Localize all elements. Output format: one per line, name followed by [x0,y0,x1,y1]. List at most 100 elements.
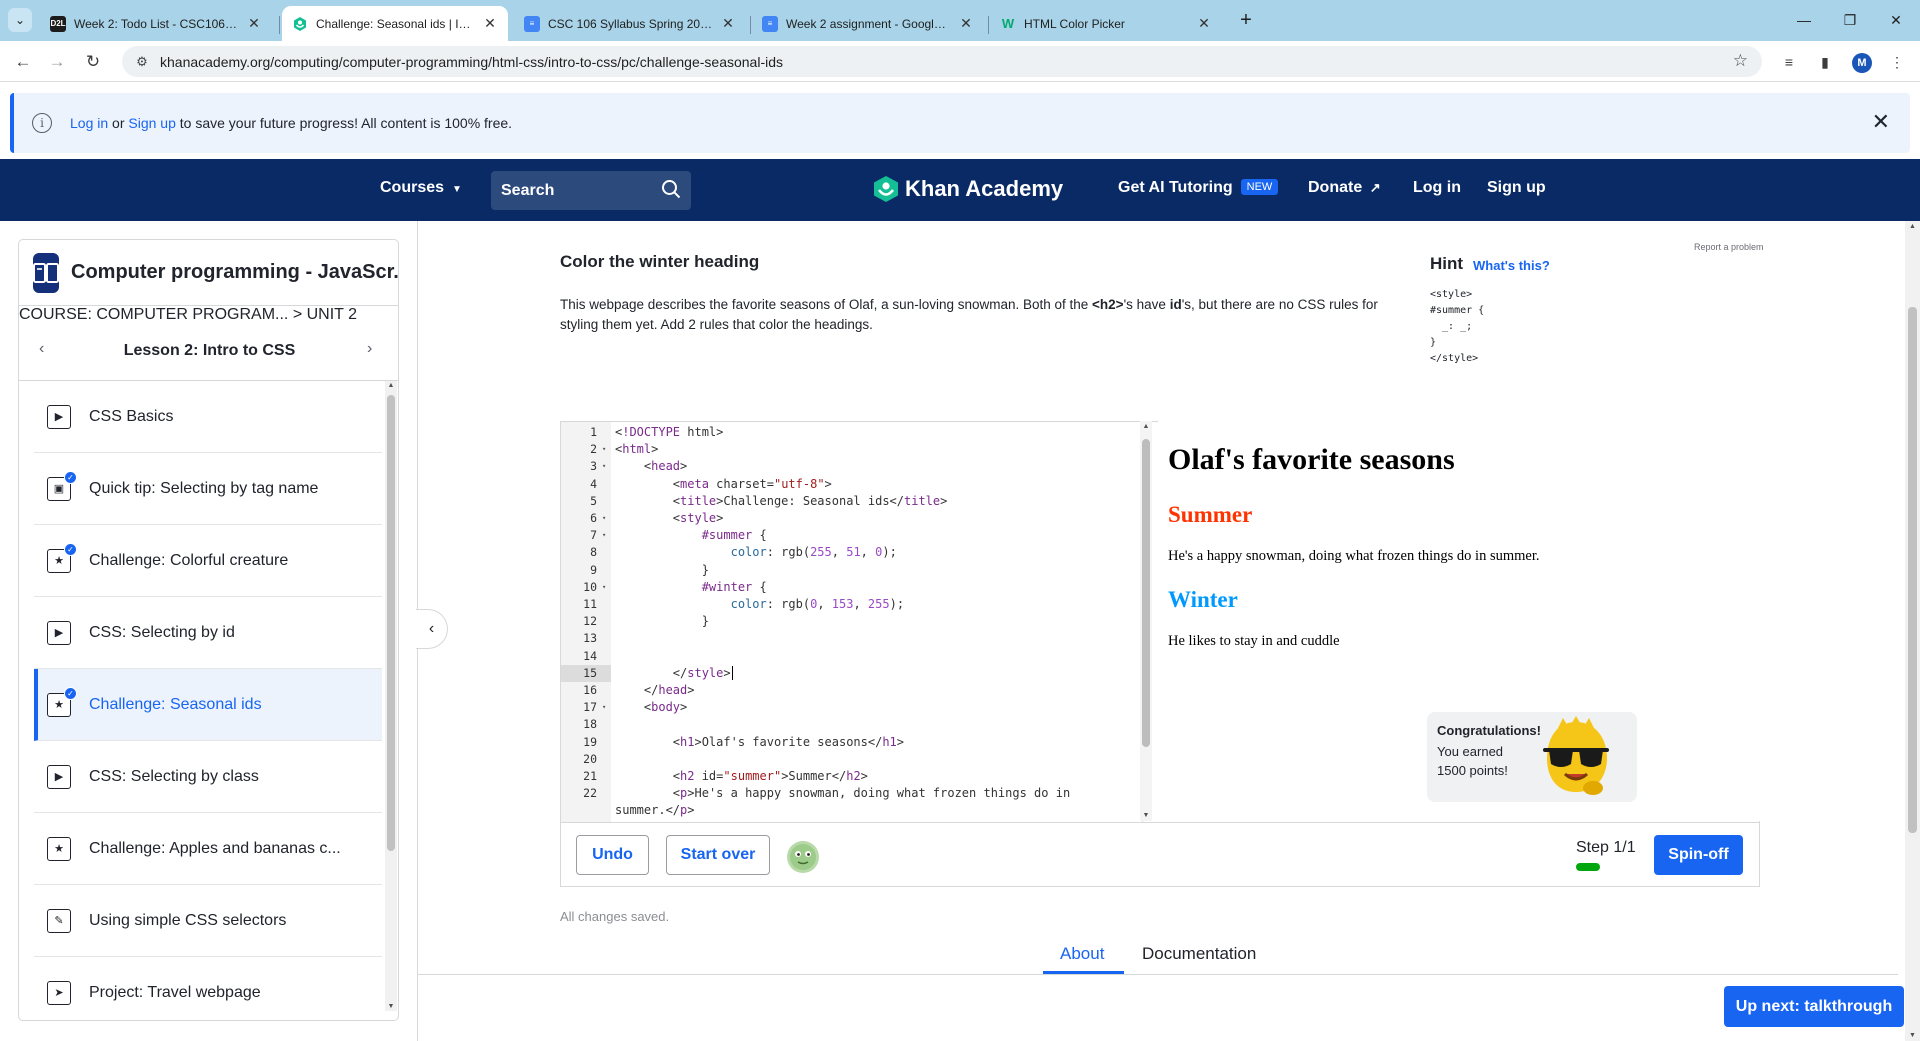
restore-icon[interactable]: ❐ [1838,8,1862,32]
whats-this-link[interactable]: What's this? [1473,258,1550,273]
tab-search-button[interactable]: ⌄ [8,8,32,32]
start-over-button[interactable]: Start over [666,835,770,875]
sidebar-scrollbar[interactable]: ▲ ▼ [385,381,397,1011]
sidebar-item[interactable]: ▶ CSS Basics [34,381,382,453]
code-text: <style> [615,511,724,525]
banner-signup-link[interactable]: Sign up [128,115,175,131]
code-line[interactable]: 2 ▾ <html> [561,441,1142,458]
sidebar-item[interactable]: ★ ✓ Challenge: Seasonal ids [34,669,382,741]
editor-scroll-thumb[interactable] [1142,439,1150,747]
tab-about[interactable]: About [1060,944,1104,964]
previous-lesson-icon[interactable]: ‹ [39,340,44,358]
back-icon[interactable]: ← [10,49,36,75]
sidebar-item[interactable]: ★ Challenge: Apples and bananas c... [34,813,382,885]
code-line[interactable]: 12 } [561,613,1142,630]
reload-icon[interactable]: ↻ [80,49,106,75]
ai-tutoring-link[interactable]: Get AI Tutoring NEW [1118,179,1279,197]
code-line[interactable]: summer.</p> [561,802,1142,819]
login-link[interactable]: Log in [1413,179,1461,197]
undo-button[interactable]: Undo [576,835,649,875]
banner-login-link[interactable]: Log in [70,115,108,131]
forward-icon[interactable]: → [44,49,70,75]
address-bar[interactable]: ⚙ khanacademy.org/computing/computer-pro… [122,46,1762,77]
browser-tab-syllabus[interactable]: ≡ CSC 106 Syllabus Spring 2024 - ✕ [514,6,746,41]
bookmark-star-icon[interactable]: ☆ [1733,51,1748,71]
minimize-icon[interactable]: — [1792,8,1816,32]
fold-arrow-icon[interactable]: ▾ [602,458,606,475]
code-line[interactable]: 21 <h2 id="summer">Summer</h2> [561,768,1142,785]
page-scrollbar[interactable]: ▲ ▼ [1905,221,1920,1041]
code-line[interactable]: 13 [561,630,1142,647]
code-line[interactable]: 18 [561,716,1142,733]
browser-tab-colorpicker[interactable]: W HTML Color Picker ✕ [990,6,1222,41]
code-line[interactable]: 10 ▾ #winter { [561,579,1142,596]
new-tab-button[interactable]: + [1234,8,1258,32]
code-line[interactable]: 5 <title>Challenge: Seasonal ids</title> [561,493,1142,510]
url-text[interactable]: khanacademy.org/computing/computer-progr… [160,54,783,70]
window-close-icon[interactable]: ✕ [1884,8,1908,32]
breadcrumb-unit[interactable]: > UNIT 2 [293,306,357,323]
sidebar-scroll-thumb[interactable] [387,395,395,851]
code-line[interactable]: 9 } [561,562,1142,579]
code-line[interactable]: 15 </style> [561,664,1142,682]
editor-scrollbar[interactable]: ▲ ▼ [1140,421,1152,821]
khan-academy-logo[interactable]: Khan Academy [873,175,1063,203]
tab-close-icon[interactable]: ✕ [958,15,974,32]
browser-tab-active[interactable]: Challenge: Seasonal ids | Intro t ✕ [282,6,508,41]
banner-close-icon[interactable]: ✕ [1872,109,1890,135]
code-line[interactable]: 4 <meta charset="utf-8"> [561,476,1142,493]
code-editor[interactable]: 1 <!DOCTYPE html> 2 ▾ <html> 3 ▾ <head> 4 <meta… [561,422,1143,822]
page-scroll-thumb[interactable] [1908,307,1917,833]
sidebar-item[interactable]: ★ ✓ Challenge: Colorful creature [34,525,382,597]
code-line[interactable]: 17 ▾ <body> [561,699,1142,716]
tab-close-icon[interactable]: ✕ [1196,15,1212,32]
sidebar-item[interactable]: ✎ Using simple CSS selectors [34,885,382,957]
breadcrumb-course[interactable]: COURSE: COMPUTER PROGRAM... [19,306,288,323]
code-line[interactable]: 16 </head> [561,682,1142,699]
fold-arrow-icon[interactable]: ▾ [602,510,606,527]
tab-documentation[interactable]: Documentation [1142,944,1256,964]
search-input[interactable]: Search [491,171,691,210]
signup-link[interactable]: Sign up [1487,179,1546,197]
hopper-avatar-icon[interactable] [786,840,820,874]
tab-close-icon[interactable]: ✕ [246,15,262,32]
code-line[interactable]: 11 color: rgb(0, 153, 255); [561,596,1142,613]
sidebar-item[interactable]: ▣ ✓ Quick tip: Selecting by tag name [34,453,382,525]
sidebar-item[interactable]: ➤ Project: Travel webpage [34,957,382,1020]
fold-arrow-icon[interactable]: ▾ [602,527,606,544]
donate-link[interactable]: Donate ↗ [1308,179,1381,197]
code-line[interactable]: 7 ▾ #summer { [561,527,1142,544]
code-line[interactable]: 3 ▾ <head> [561,458,1142,475]
course-header[interactable]: Computer programming - JavaScr... [19,240,398,306]
tab-close-icon[interactable]: ✕ [482,15,498,32]
site-info-icon[interactable]: ⚙ [128,54,156,70]
up-next-button[interactable]: Up next: talkthrough [1724,986,1904,1027]
congrats-points: You earned 1500 points! [1437,744,1508,778]
code-text: #summer { [701,528,767,543]
code-line[interactable]: 1 <!DOCTYPE html> [561,424,1142,441]
browser-menu-icon[interactable]: ⋮ [1886,51,1908,73]
report-problem-link[interactable]: Report a problem [1694,242,1764,252]
code-line[interactable]: 8 color: rgb(255, 51, 0); [561,544,1142,561]
browser-tab-assignment[interactable]: ≡ Week 2 assignment - Google D ✕ [752,6,984,41]
media-controls-icon[interactable]: ≡ [1778,51,1800,73]
side-panel-icon[interactable]: ▮ [1814,51,1836,73]
code-line[interactable]: 6 ▾ <style> [561,510,1142,527]
browser-tab-todo[interactable]: D2L Week 2: Todo List - CSC106: Th ✕ [40,6,272,41]
fold-arrow-icon[interactable]: ▾ [602,699,606,716]
code-line[interactable]: 22 <p>He's a happy snowman, doing what f… [561,785,1142,802]
next-lesson-icon[interactable]: › [367,340,372,358]
code-text: </head> [615,683,695,697]
code-line[interactable]: 19 <h1>Olaf's favorite seasons</h1> [561,734,1142,751]
sidebar-item[interactable]: ▶ CSS: Selecting by class [34,741,382,813]
profile-avatar[interactable]: M [1852,53,1872,73]
spin-off-button[interactable]: Spin-off [1654,835,1743,875]
collapse-sidebar-button[interactable]: ‹ [416,609,448,649]
sidebar-item[interactable]: ▶ CSS: Selecting by id [34,597,382,669]
code-line[interactable]: 14 [561,648,1142,665]
fold-arrow-icon[interactable]: ▾ [602,579,606,596]
fold-arrow-icon[interactable]: ▾ [602,441,606,458]
tab-close-icon[interactable]: ✕ [720,15,736,32]
code-line[interactable]: 20 [561,751,1142,768]
courses-menu-button[interactable]: Courses ▼ [380,179,462,197]
